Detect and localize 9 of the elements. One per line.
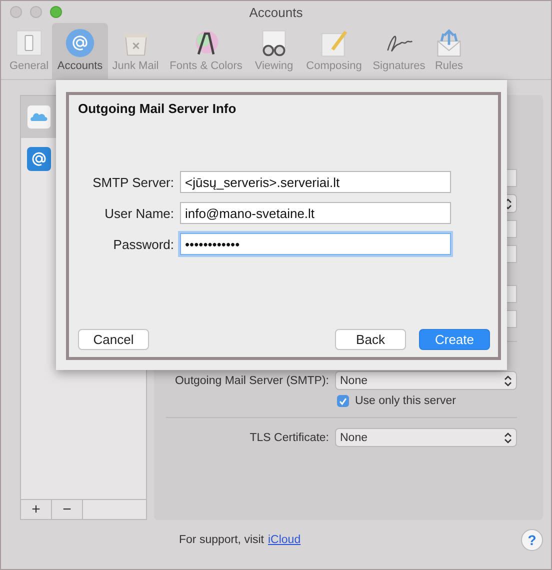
field-label: Password: xyxy=(112,236,174,252)
support-text: For support, visit xyxy=(179,534,264,546)
field-label: User Name: xyxy=(104,206,174,220)
dialog-title: Outgoing Mail Server Info xyxy=(78,101,238,116)
field-label: TLS Certificate: xyxy=(250,432,329,444)
checkbox-label: Use only this server xyxy=(355,395,456,407)
window-title: Accounts xyxy=(248,4,304,20)
field-label: Outgoing Mail Server (SMTP): xyxy=(174,374,329,386)
field-label: SMTP Server: xyxy=(92,174,174,190)
